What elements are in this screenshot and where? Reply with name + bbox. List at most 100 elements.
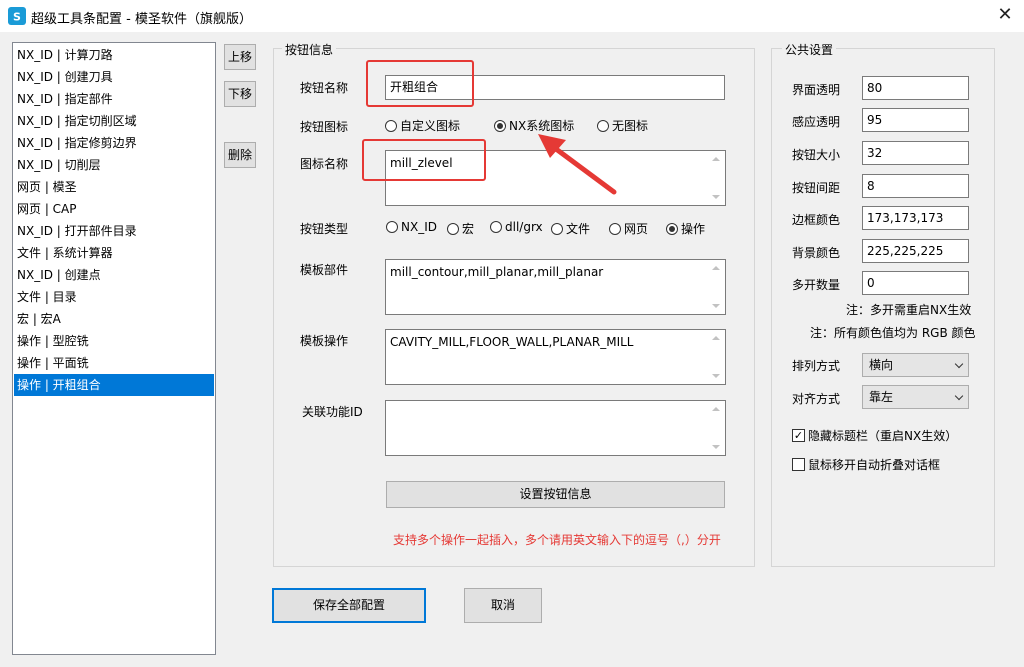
button-spacing-label: 按钮间距 bbox=[792, 181, 841, 195]
multi-open-count-input[interactable]: 0 bbox=[862, 271, 969, 295]
note-rgb: 注：所有颜色值均为 RGB 颜色 bbox=[810, 326, 976, 340]
radio-circle bbox=[490, 221, 502, 233]
hide-titlebar-label: 隐藏标题栏（重启NX生效） bbox=[808, 429, 958, 443]
ui-opacity-input[interactable]: 80 bbox=[862, 76, 969, 100]
hide-titlebar-checkbox[interactable]: ✓ 隐藏标题栏（重启NX生效） bbox=[792, 427, 957, 444]
radio-circle bbox=[386, 221, 398, 233]
radio-custom-icon[interactable]: 自定义图标 bbox=[385, 117, 460, 134]
list-item[interactable]: NX_ID | 指定部件 bbox=[14, 88, 214, 110]
chevron-down-icon bbox=[954, 391, 964, 401]
radio-type-macro[interactable]: 宏 bbox=[447, 220, 474, 237]
list-item-selected[interactable]: 操作 | 开粗组合 bbox=[14, 374, 214, 396]
radio-label: 操作 bbox=[681, 222, 706, 236]
button-list[interactable]: NX_ID | 计算刀路 NX_ID | 创建刀具 NX_ID | 指定部件 N… bbox=[12, 42, 216, 655]
template-part-label: 模板部件 bbox=[300, 263, 349, 277]
list-item[interactable]: NX_ID | 切削层 bbox=[14, 154, 214, 176]
close-icon[interactable]: ✕ bbox=[990, 4, 1020, 28]
hint-text: 支持多个操作一起插入，多个请用英文输入下的逗号（,）分开 bbox=[393, 533, 721, 547]
radio-circle bbox=[609, 222, 621, 235]
related-id-label: 关联功能ID bbox=[302, 405, 363, 419]
radio-type-web[interactable]: 网页 bbox=[609, 220, 648, 237]
background-color-input[interactable]: 225,225,225 bbox=[862, 239, 969, 263]
common-settings-legend: 公共设置 bbox=[782, 41, 837, 58]
list-item[interactable]: NX_ID | 创建刀具 bbox=[14, 66, 214, 88]
list-item[interactable]: 文件 | 系统计算器 bbox=[14, 242, 214, 264]
list-item[interactable]: NX_ID | 指定修剪边界 bbox=[14, 132, 214, 154]
radio-circle bbox=[494, 119, 506, 132]
radio-label: 网页 bbox=[624, 222, 649, 236]
radio-circle bbox=[447, 222, 459, 235]
arrange-select[interactable]: 横向 bbox=[862, 353, 969, 377]
icon-name-label: 图标名称 bbox=[300, 157, 349, 171]
radio-type-operation[interactable]: 操作 bbox=[666, 220, 705, 237]
list-item[interactable]: NX_ID | 打开部件目录 bbox=[14, 220, 214, 242]
textarea-scrollbar[interactable] bbox=[708, 260, 725, 314]
hover-opacity-label: 感应透明 bbox=[792, 115, 841, 129]
background-color-label: 背景颜色 bbox=[792, 246, 841, 260]
textarea-scrollbar[interactable] bbox=[708, 330, 725, 384]
template-op-value: CAVITY_MILL,FLOOR_WALL,PLANAR_MILL bbox=[390, 335, 634, 349]
radio-circle bbox=[551, 222, 563, 235]
border-color-input[interactable]: 173,173,173 bbox=[862, 206, 969, 230]
list-item[interactable]: NX_ID | 指定切削区域 bbox=[14, 110, 214, 132]
save-all-button[interactable]: 保存全部配置 bbox=[272, 588, 426, 623]
radio-label: 宏 bbox=[462, 222, 475, 236]
ui-opacity-label: 界面透明 bbox=[792, 83, 841, 97]
radio-label: 自定义图标 bbox=[400, 119, 461, 133]
button-name-label: 按钮名称 bbox=[300, 81, 349, 95]
radio-label: dll/grx bbox=[505, 220, 543, 234]
highlight-box-name bbox=[366, 60, 474, 107]
app-logo-icon: S bbox=[8, 7, 26, 25]
align-value: 靠左 bbox=[869, 390, 894, 404]
template-part-value: mill_contour,mill_planar,mill_planar bbox=[390, 265, 604, 279]
button-size-label: 按钮大小 bbox=[792, 148, 841, 162]
button-type-label: 按钮类型 bbox=[300, 222, 349, 236]
arrange-label: 排列方式 bbox=[792, 359, 841, 373]
list-item[interactable]: NX_ID | 创建点 bbox=[14, 264, 214, 286]
template-op-label: 模板操作 bbox=[300, 334, 349, 348]
list-item[interactable]: 操作 | 型腔铣 bbox=[14, 330, 214, 352]
highlight-box-icon-name bbox=[362, 139, 486, 181]
auto-fold-checkbox[interactable]: 鼠标移开自动折叠对话框 bbox=[792, 456, 940, 473]
move-down-button[interactable]: 下移 bbox=[224, 81, 256, 107]
button-icon-label: 按钮图标 bbox=[300, 120, 349, 134]
border-color-label: 边框颜色 bbox=[792, 213, 841, 227]
button-info-legend: 按钮信息 bbox=[282, 41, 337, 58]
arrange-value: 横向 bbox=[869, 358, 894, 372]
checkbox-box bbox=[792, 458, 805, 471]
list-item[interactable]: 文件 | 目录 bbox=[14, 286, 214, 308]
checkbox-box: ✓ bbox=[792, 429, 805, 442]
annotation-arrow-icon bbox=[538, 134, 617, 195]
radio-circle bbox=[385, 119, 397, 132]
radio-label: NX_ID bbox=[401, 220, 437, 234]
textarea-scrollbar[interactable] bbox=[708, 151, 725, 205]
list-item[interactable]: NX_ID | 计算刀路 bbox=[14, 44, 214, 66]
hover-opacity-input[interactable]: 95 bbox=[862, 108, 969, 132]
textarea-scrollbar[interactable] bbox=[708, 401, 725, 455]
note-restart: 注：多开需重启NX生效 bbox=[846, 303, 972, 317]
radio-type-dll[interactable]: dll/grx bbox=[490, 220, 543, 234]
related-id-textarea[interactable] bbox=[385, 400, 726, 456]
cancel-button[interactable]: 取消 bbox=[464, 588, 542, 623]
list-item[interactable]: 宏 | 宏A bbox=[14, 308, 214, 330]
template-op-textarea[interactable]: CAVITY_MILL,FLOOR_WALL,PLANAR_MILL bbox=[385, 329, 726, 385]
delete-button[interactable]: 删除 bbox=[224, 142, 256, 168]
align-label: 对齐方式 bbox=[792, 392, 841, 406]
list-item[interactable]: 网页 | CAP bbox=[14, 198, 214, 220]
align-select[interactable]: 靠左 bbox=[862, 385, 969, 409]
list-item[interactable]: 网页 | 模圣 bbox=[14, 176, 214, 198]
radio-label: 文件 bbox=[566, 222, 591, 236]
auto-fold-label: 鼠标移开自动折叠对话框 bbox=[808, 458, 941, 472]
chevron-down-icon bbox=[954, 359, 964, 369]
button-spacing-input[interactable]: 8 bbox=[862, 174, 969, 198]
radio-type-nxid[interactable]: NX_ID bbox=[386, 220, 437, 234]
multi-open-count-label: 多开数量 bbox=[792, 278, 841, 292]
svg-text:S: S bbox=[13, 11, 21, 24]
list-item[interactable]: 操作 | 平面铣 bbox=[14, 352, 214, 374]
button-size-input[interactable]: 32 bbox=[862, 141, 969, 165]
set-button-info-button[interactable]: 设置按钮信息 bbox=[386, 481, 725, 508]
radio-circle bbox=[666, 222, 678, 235]
move-up-button[interactable]: 上移 bbox=[224, 44, 256, 70]
template-part-textarea[interactable]: mill_contour,mill_planar,mill_planar bbox=[385, 259, 726, 315]
radio-type-file[interactable]: 文件 bbox=[551, 220, 590, 237]
